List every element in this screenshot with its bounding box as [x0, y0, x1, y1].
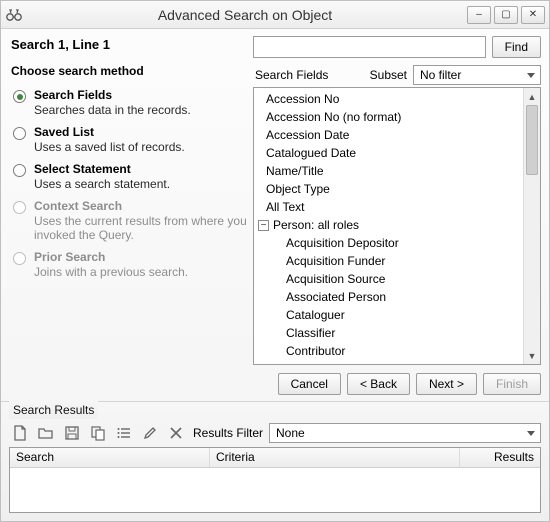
search-method-option: Prior SearchJoins with a previous search… [13, 248, 247, 285]
minimize-button[interactable]: – [467, 6, 491, 24]
col-results[interactable]: Results [460, 448, 540, 467]
titlebar: Advanced Search on Object – ▢ ✕ [1, 1, 549, 29]
field-item[interactable]: Object Type [258, 180, 523, 198]
method-title: Context Search [34, 199, 247, 214]
right-column: Find Search Fields Subset No filter Acce… [253, 35, 541, 401]
field-item[interactable]: Catalogued Date [258, 144, 523, 162]
field-item[interactable]: Accession No [258, 90, 523, 108]
search-input[interactable] [253, 36, 486, 58]
search-method-option[interactable]: Search FieldsSearches data in the record… [13, 86, 247, 123]
method-title: Select Statement [34, 162, 170, 177]
subset-select[interactable]: No filter [413, 65, 541, 85]
method-title: Saved List [34, 125, 185, 140]
window-title: Advanced Search on Object [23, 7, 467, 23]
method-description: Uses a saved list of records. [34, 140, 185, 154]
field-item[interactable]: Accession Date [258, 126, 523, 144]
field-item[interactable]: Name/Title [258, 162, 523, 180]
field-item[interactable]: All Text [258, 198, 523, 216]
search-method-option[interactable]: Select StatementUses a search statement. [13, 160, 247, 197]
radio-button[interactable] [13, 164, 26, 177]
method-title: Search Fields [34, 88, 191, 103]
back-button[interactable]: < Back [347, 373, 410, 395]
field-group-label: Person: all roles [273, 217, 359, 233]
col-search[interactable]: Search [10, 448, 210, 467]
field-item[interactable]: Acquisition Source [258, 270, 523, 288]
field-item[interactable]: Cataloguer [258, 306, 523, 324]
content-upper: Search 1, Line 1 Choose search method Se… [1, 29, 549, 401]
field-group[interactable]: −Person: all roles [258, 216, 523, 234]
results-heading: Search Results [9, 401, 98, 419]
search-method-option: Context SearchUses the current results f… [13, 197, 247, 248]
method-description: Joins with a previous search. [34, 265, 188, 279]
window-controls: – ▢ ✕ [467, 6, 545, 24]
results-filter-label: Results Filter [193, 426, 263, 440]
fields-listbox[interactable]: Accession NoAccession No (no format)Acce… [253, 87, 541, 365]
field-item[interactable]: Acquisition Funder [258, 252, 523, 270]
field-item[interactable]: Associated Person [258, 288, 523, 306]
cancel-button[interactable]: Cancel [278, 373, 341, 395]
close-button[interactable]: ✕ [521, 6, 545, 24]
field-item[interactable]: Accession No (no format) [258, 108, 523, 126]
search-line-label: Search 1, Line 1 [9, 35, 247, 64]
method-heading: Choose search method [9, 64, 247, 86]
wizard-buttons: Cancel < Back Next > Finish [253, 365, 541, 401]
find-button[interactable]: Find [492, 36, 541, 58]
field-item[interactable]: Acquisition Depositor [258, 234, 523, 252]
binoculars-icon [5, 6, 23, 24]
save-icon[interactable] [61, 423, 83, 443]
radio-button[interactable] [13, 90, 26, 103]
list-icon[interactable] [113, 423, 135, 443]
finish-button[interactable]: Finish [483, 373, 541, 395]
delete-icon[interactable] [165, 423, 187, 443]
col-criteria[interactable]: Criteria [210, 448, 460, 467]
radio-button [13, 201, 26, 214]
method-list: Search FieldsSearches data in the record… [9, 86, 247, 285]
radio-button [13, 252, 26, 265]
vertical-scrollbar[interactable]: ▲ ▼ [523, 88, 540, 364]
edit-icon[interactable] [139, 423, 161, 443]
results-filter-select[interactable]: None [269, 423, 541, 443]
method-description: Uses a search statement. [34, 177, 170, 191]
method-description: Searches data in the records. [34, 103, 191, 117]
radio-button[interactable] [13, 127, 26, 140]
left-column: Search 1, Line 1 Choose search method Se… [9, 35, 247, 401]
results-table: Search Criteria Results [9, 447, 541, 513]
collapse-icon[interactable]: − [258, 220, 269, 231]
results-table-header: Search Criteria Results [10, 448, 540, 468]
dialog-window: Advanced Search on Object – ▢ ✕ Search 1… [0, 0, 550, 522]
field-item[interactable]: Contributor [258, 342, 523, 360]
scroll-down-icon[interactable]: ▼ [524, 347, 540, 364]
results-filter-value: None [276, 426, 305, 440]
open-folder-icon[interactable] [35, 423, 57, 443]
results-table-body [10, 468, 540, 512]
method-title: Prior Search [34, 250, 188, 265]
search-method-option[interactable]: Saved ListUses a saved list of records. [13, 123, 247, 160]
fields-labels-row: Search Fields Subset No filter [253, 63, 541, 87]
maximize-button[interactable]: ▢ [494, 6, 518, 24]
copy-icon[interactable] [87, 423, 109, 443]
results-toolbar: Results Filter None [9, 419, 541, 447]
subset-label: Subset [370, 68, 407, 82]
scroll-thumb[interactable] [526, 105, 538, 175]
new-file-icon[interactable] [9, 423, 31, 443]
results-section: Search Results Results Filter None Searc… [1, 401, 549, 521]
search-row: Find [253, 35, 541, 63]
field-item[interactable]: Classifier [258, 324, 523, 342]
scroll-up-icon[interactable]: ▲ [524, 88, 540, 105]
search-fields-label: Search Fields [255, 68, 328, 82]
subset-select-value: No filter [420, 68, 461, 82]
next-button[interactable]: Next > [416, 373, 477, 395]
method-description: Uses the current results from where you … [34, 214, 247, 242]
